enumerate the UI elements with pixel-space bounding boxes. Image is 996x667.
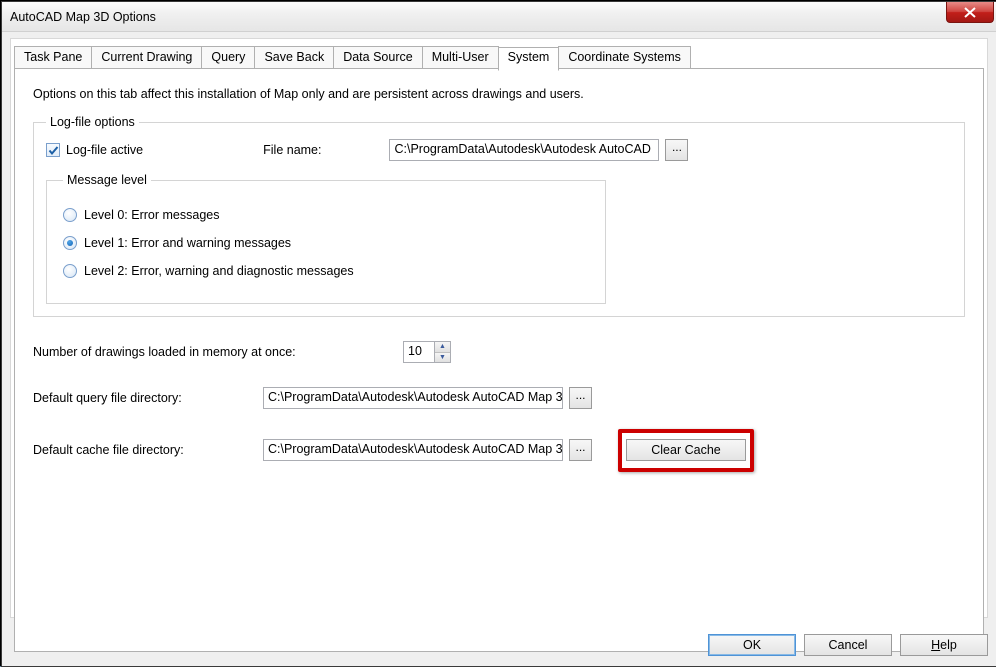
ellipsis-icon: ... (672, 140, 682, 154)
tab-description: Options on this tab affect this installa… (15, 69, 983, 101)
window-title: AutoCAD Map 3D Options (2, 10, 156, 24)
radio-level2-label: Level 2: Error, warning and diagnostic m… (84, 264, 354, 278)
drawings-loaded-stepper[interactable]: 10 ▲ ▼ (403, 341, 451, 363)
drawings-loaded-label: Number of drawings loaded in memory at o… (33, 345, 403, 359)
drawings-loaded-input[interactable]: 10 (403, 341, 435, 363)
filename-input[interactable]: C:\ProgramData\Autodesk\Autodesk AutoCAD (389, 139, 659, 161)
query-dir-input[interactable]: C:\ProgramData\Autodesk\Autodesk AutoCAD… (263, 387, 563, 409)
filename-label: File name: (263, 143, 321, 157)
chevron-down-icon[interactable]: ▼ (435, 353, 450, 363)
clear-cache-button[interactable]: Clear Cache (626, 439, 746, 461)
ellipsis-icon: ... (575, 440, 585, 454)
logfile-active-checkbox[interactable] (46, 143, 60, 157)
check-icon (48, 145, 59, 156)
radio-level1[interactable] (63, 236, 77, 250)
tab-data-source[interactable]: Data Source (333, 46, 422, 68)
drawings-loaded-spinbuttons[interactable]: ▲ ▼ (435, 341, 451, 363)
radio-level0-label: Level 0: Error messages (84, 208, 219, 222)
cache-dir-input[interactable]: C:\ProgramData\Autodesk\Autodesk AutoCAD… (263, 439, 563, 461)
tab-multi-user[interactable]: Multi-User (422, 46, 499, 68)
window-frame: AutoCAD Map 3D Options Task Pane Current… (1, 1, 996, 667)
tab-system[interactable]: System (498, 47, 560, 71)
tab-panel-system: Options on this tab affect this installa… (14, 68, 984, 652)
titlebar: AutoCAD Map 3D Options (2, 2, 996, 32)
cache-dir-browse-button[interactable]: ... (569, 439, 592, 461)
close-icon (964, 7, 976, 18)
logfile-legend: Log-file options (46, 115, 139, 129)
radio-level0[interactable] (63, 208, 77, 222)
logfile-options-group: Log-file options Log-file active File na… (33, 115, 965, 317)
ellipsis-icon: ... (575, 388, 585, 402)
cancel-button[interactable]: Cancel (804, 634, 892, 656)
radio-level1-label: Level 1: Error and warning messages (84, 236, 291, 250)
logfile-active-label: Log-file active (66, 143, 143, 157)
clear-cache-highlight: Clear Cache (626, 439, 746, 461)
cache-dir-label: Default cache file directory: (33, 443, 263, 457)
message-level-legend: Message level (63, 173, 151, 187)
tab-query[interactable]: Query (201, 46, 255, 68)
filename-browse-button[interactable]: ... (665, 139, 688, 161)
query-dir-browse-button[interactable]: ... (569, 387, 592, 409)
message-level-group: Message level Level 0: Error messages Le… (46, 173, 606, 304)
radio-level2[interactable] (63, 264, 77, 278)
query-dir-label: Default query file directory: (33, 391, 263, 405)
tab-coordinate-systems[interactable]: Coordinate Systems (558, 46, 691, 68)
chevron-up-icon[interactable]: ▲ (435, 342, 450, 353)
tab-current-drawing[interactable]: Current Drawing (91, 46, 202, 68)
tab-task-pane[interactable]: Task Pane (14, 46, 92, 68)
help-button[interactable]: Help (900, 634, 988, 656)
dialog-footer: OK Cancel Help (10, 634, 988, 656)
tab-strip: Task Pane Current Drawing Query Save Bac… (14, 46, 690, 68)
tab-save-back[interactable]: Save Back (254, 46, 334, 68)
close-button[interactable] (946, 2, 994, 23)
ok-button[interactable]: OK (708, 634, 796, 656)
